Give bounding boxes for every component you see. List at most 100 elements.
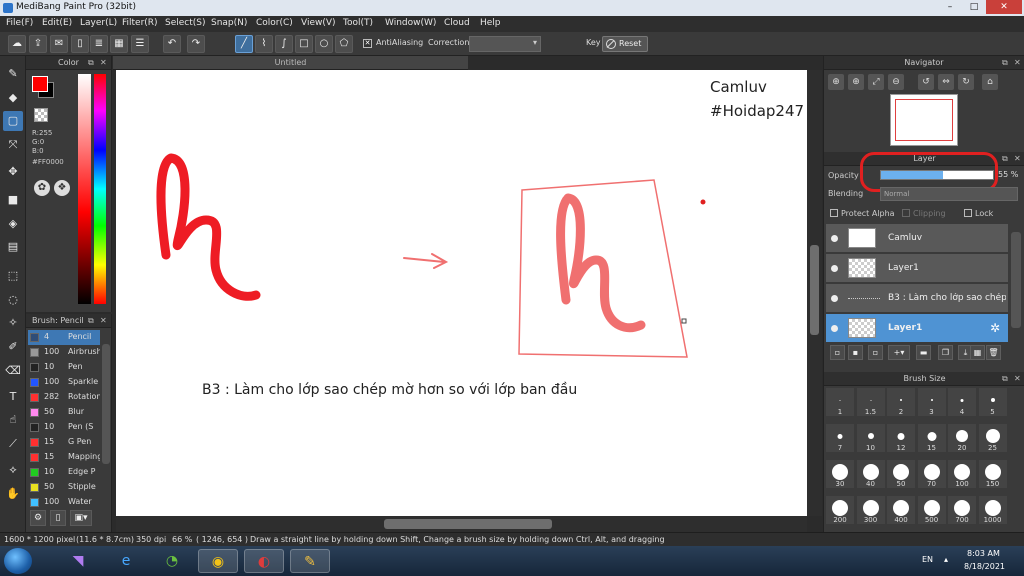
- undock-icon[interactable]: ⧉: [88, 56, 94, 70]
- start-button-icon[interactable]: [4, 548, 32, 574]
- move-tool-icon[interactable]: ✥: [3, 162, 23, 182]
- blur-tool-icon[interactable]: ⤧: [3, 135, 23, 155]
- visibility-icon[interactable]: [831, 265, 838, 272]
- brush-item[interactable]: 10 Pen: [28, 360, 100, 375]
- medibang-taskbar-icon[interactable]: ◐: [244, 549, 284, 573]
- clock-date[interactable]: 8/18/2021: [964, 562, 1005, 571]
- redo-icon[interactable]: ↷: [187, 35, 205, 53]
- brush-size-cell[interactable]: 25: [978, 424, 1007, 452]
- close-button[interactable]: ✕: [986, 0, 1022, 14]
- protect-alpha-checkbox[interactable]: Protect Alpha: [830, 209, 895, 218]
- magic-wand-tool-icon[interactable]: ✧: [3, 313, 23, 333]
- brush-size-cell[interactable]: 20: [948, 424, 976, 452]
- brush-size-cell[interactable]: 40: [856, 460, 885, 488]
- rectangle-tool-icon[interactable]: □: [295, 35, 313, 53]
- menu-color[interactable]: Color(C): [256, 18, 293, 28]
- new-document-icon[interactable]: ▯: [71, 35, 89, 53]
- select-pen-tool-icon[interactable]: ✐: [3, 337, 23, 357]
- panel-close-icon[interactable]: ✕: [1014, 152, 1021, 166]
- brush-item[interactable]: 4 Pencil: [28, 330, 100, 345]
- new-layer-icon[interactable]: ▫: [830, 345, 845, 360]
- brush-size-cell[interactable]: 10: [856, 424, 885, 452]
- panel-close-icon[interactable]: ✕: [100, 314, 107, 328]
- brush-size-cell[interactable]: 50: [887, 460, 915, 488]
- rotate-right-icon[interactable]: ↻: [958, 74, 974, 90]
- hue-strip[interactable]: [94, 74, 106, 304]
- brush-size-cell[interactable]: 400: [887, 496, 915, 524]
- menu-filter[interactable]: Filter(R): [122, 18, 158, 28]
- menu-snap[interactable]: Snap(N): [211, 18, 247, 28]
- brush-size-cell[interactable]: 2: [887, 388, 915, 416]
- curve-tool-icon[interactable]: ∫: [275, 35, 293, 53]
- brush-item[interactable]: 15 G Pen: [28, 435, 100, 450]
- brush-size-cell[interactable]: 1000: [978, 496, 1007, 524]
- brush-item[interactable]: 10 Edge P: [28, 465, 100, 480]
- brush-item[interactable]: 100 Water: [28, 495, 100, 510]
- grid-icon[interactable]: ▦: [110, 35, 128, 53]
- visual-studio-icon[interactable]: ◥: [58, 549, 98, 573]
- fill-rect-tool-icon[interactable]: ■: [3, 190, 23, 210]
- panel-close-icon[interactable]: ✕: [100, 56, 107, 70]
- polygon-tool-icon[interactable]: ⬠: [335, 35, 353, 53]
- brush-size-cell[interactable]: 200: [826, 496, 854, 524]
- copy-brush-icon[interactable]: ▯: [50, 510, 66, 526]
- blending-select[interactable]: Normal: [880, 187, 1018, 201]
- new-folder-icon[interactable]: ▬: [916, 345, 931, 360]
- maximize-button[interactable]: □: [962, 0, 986, 14]
- undo-icon[interactable]: ↶: [163, 35, 181, 53]
- select-rect-tool-icon[interactable]: ⬚: [3, 266, 23, 286]
- brush-size-cell[interactable]: 100: [948, 460, 976, 488]
- layer-row[interactable]: Camluv: [826, 224, 1008, 253]
- menu-view[interactable]: View(V): [301, 18, 336, 28]
- brush-size-cell[interactable]: 12: [887, 424, 915, 452]
- line-tool-icon[interactable]: ╱: [235, 35, 253, 53]
- zoom-out-icon[interactable]: ⊖: [888, 74, 904, 90]
- brush-size-cell[interactable]: 5: [978, 388, 1007, 416]
- saturation-value-strip[interactable]: [78, 74, 91, 304]
- operation-tool-icon[interactable]: ☝: [3, 410, 23, 430]
- brush-item[interactable]: 10 Pen (S: [28, 420, 100, 435]
- menu-cloud[interactable]: Cloud: [444, 18, 470, 28]
- antialiasing-checkbox[interactable]: ✕: [363, 39, 372, 48]
- layer-row-selected[interactable]: Layer1 ✲: [826, 314, 1008, 343]
- cloud-icon[interactable]: ☁: [8, 35, 26, 53]
- fit-icon[interactable]: ⤢: [868, 74, 884, 90]
- add-layer-menu-icon[interactable]: +▾: [888, 345, 910, 360]
- menu-file[interactable]: File(F): [6, 18, 33, 28]
- delete-layer-icon[interactable]: 🗑: [986, 345, 1001, 360]
- tray-arrow-icon[interactable]: ▴: [944, 555, 948, 564]
- brush-size-cell[interactable]: 70: [917, 460, 946, 488]
- menu-layer[interactable]: Layer(L): [80, 18, 117, 28]
- lock-checkbox[interactable]: Lock: [964, 209, 993, 218]
- hand-tool-icon[interactable]: ✋: [3, 484, 23, 504]
- brush-list-scrollbar[interactable]: [102, 344, 110, 464]
- menu-select[interactable]: Select(S): [165, 18, 206, 28]
- brush-size-cell[interactable]: 7: [826, 424, 854, 452]
- brush-item[interactable]: 100 Airbrush: [28, 345, 100, 360]
- brush-item[interactable]: 50 Stipple: [28, 480, 100, 495]
- layer-settings-gear-icon[interactable]: ✲: [990, 321, 1000, 335]
- h-scroll-thumb[interactable]: [384, 519, 552, 529]
- eyedropper-tool-icon[interactable]: ⟡: [3, 460, 23, 480]
- menu-help[interactable]: Help: [480, 18, 501, 28]
- color-palette-icon[interactable]: ❖: [54, 180, 70, 196]
- undock-icon[interactable]: ⧉: [1002, 372, 1008, 386]
- undock-icon[interactable]: ⧉: [1002, 56, 1008, 70]
- dot-tool-icon[interactable]: ▢: [3, 111, 23, 131]
- brush-size-cell[interactable]: 3: [917, 388, 946, 416]
- brush-size-cell[interactable]: 15: [917, 424, 946, 452]
- canvas-vertical-scrollbar[interactable]: [807, 70, 822, 516]
- menu-tool[interactable]: Tool(T): [343, 18, 373, 28]
- transparent-color-swatch[interactable]: [34, 108, 48, 122]
- correction-select[interactable]: [469, 36, 541, 52]
- zoom-in-icon[interactable]: ⊕: [848, 74, 864, 90]
- ellipse-tool-icon[interactable]: ○: [315, 35, 333, 53]
- polyline-tool-icon[interactable]: ⌇: [255, 35, 273, 53]
- undock-icon[interactable]: ⧉: [88, 314, 94, 328]
- undock-icon[interactable]: ⧉: [1002, 152, 1008, 166]
- menu-edit[interactable]: Edit(E): [42, 18, 72, 28]
- canvas-horizontal-scrollbar[interactable]: [116, 516, 807, 532]
- brush-item[interactable]: 282 Rotation: [28, 390, 100, 405]
- reset-button[interactable]: Reset: [602, 36, 648, 52]
- flip-icon[interactable]: ⇔: [938, 74, 954, 90]
